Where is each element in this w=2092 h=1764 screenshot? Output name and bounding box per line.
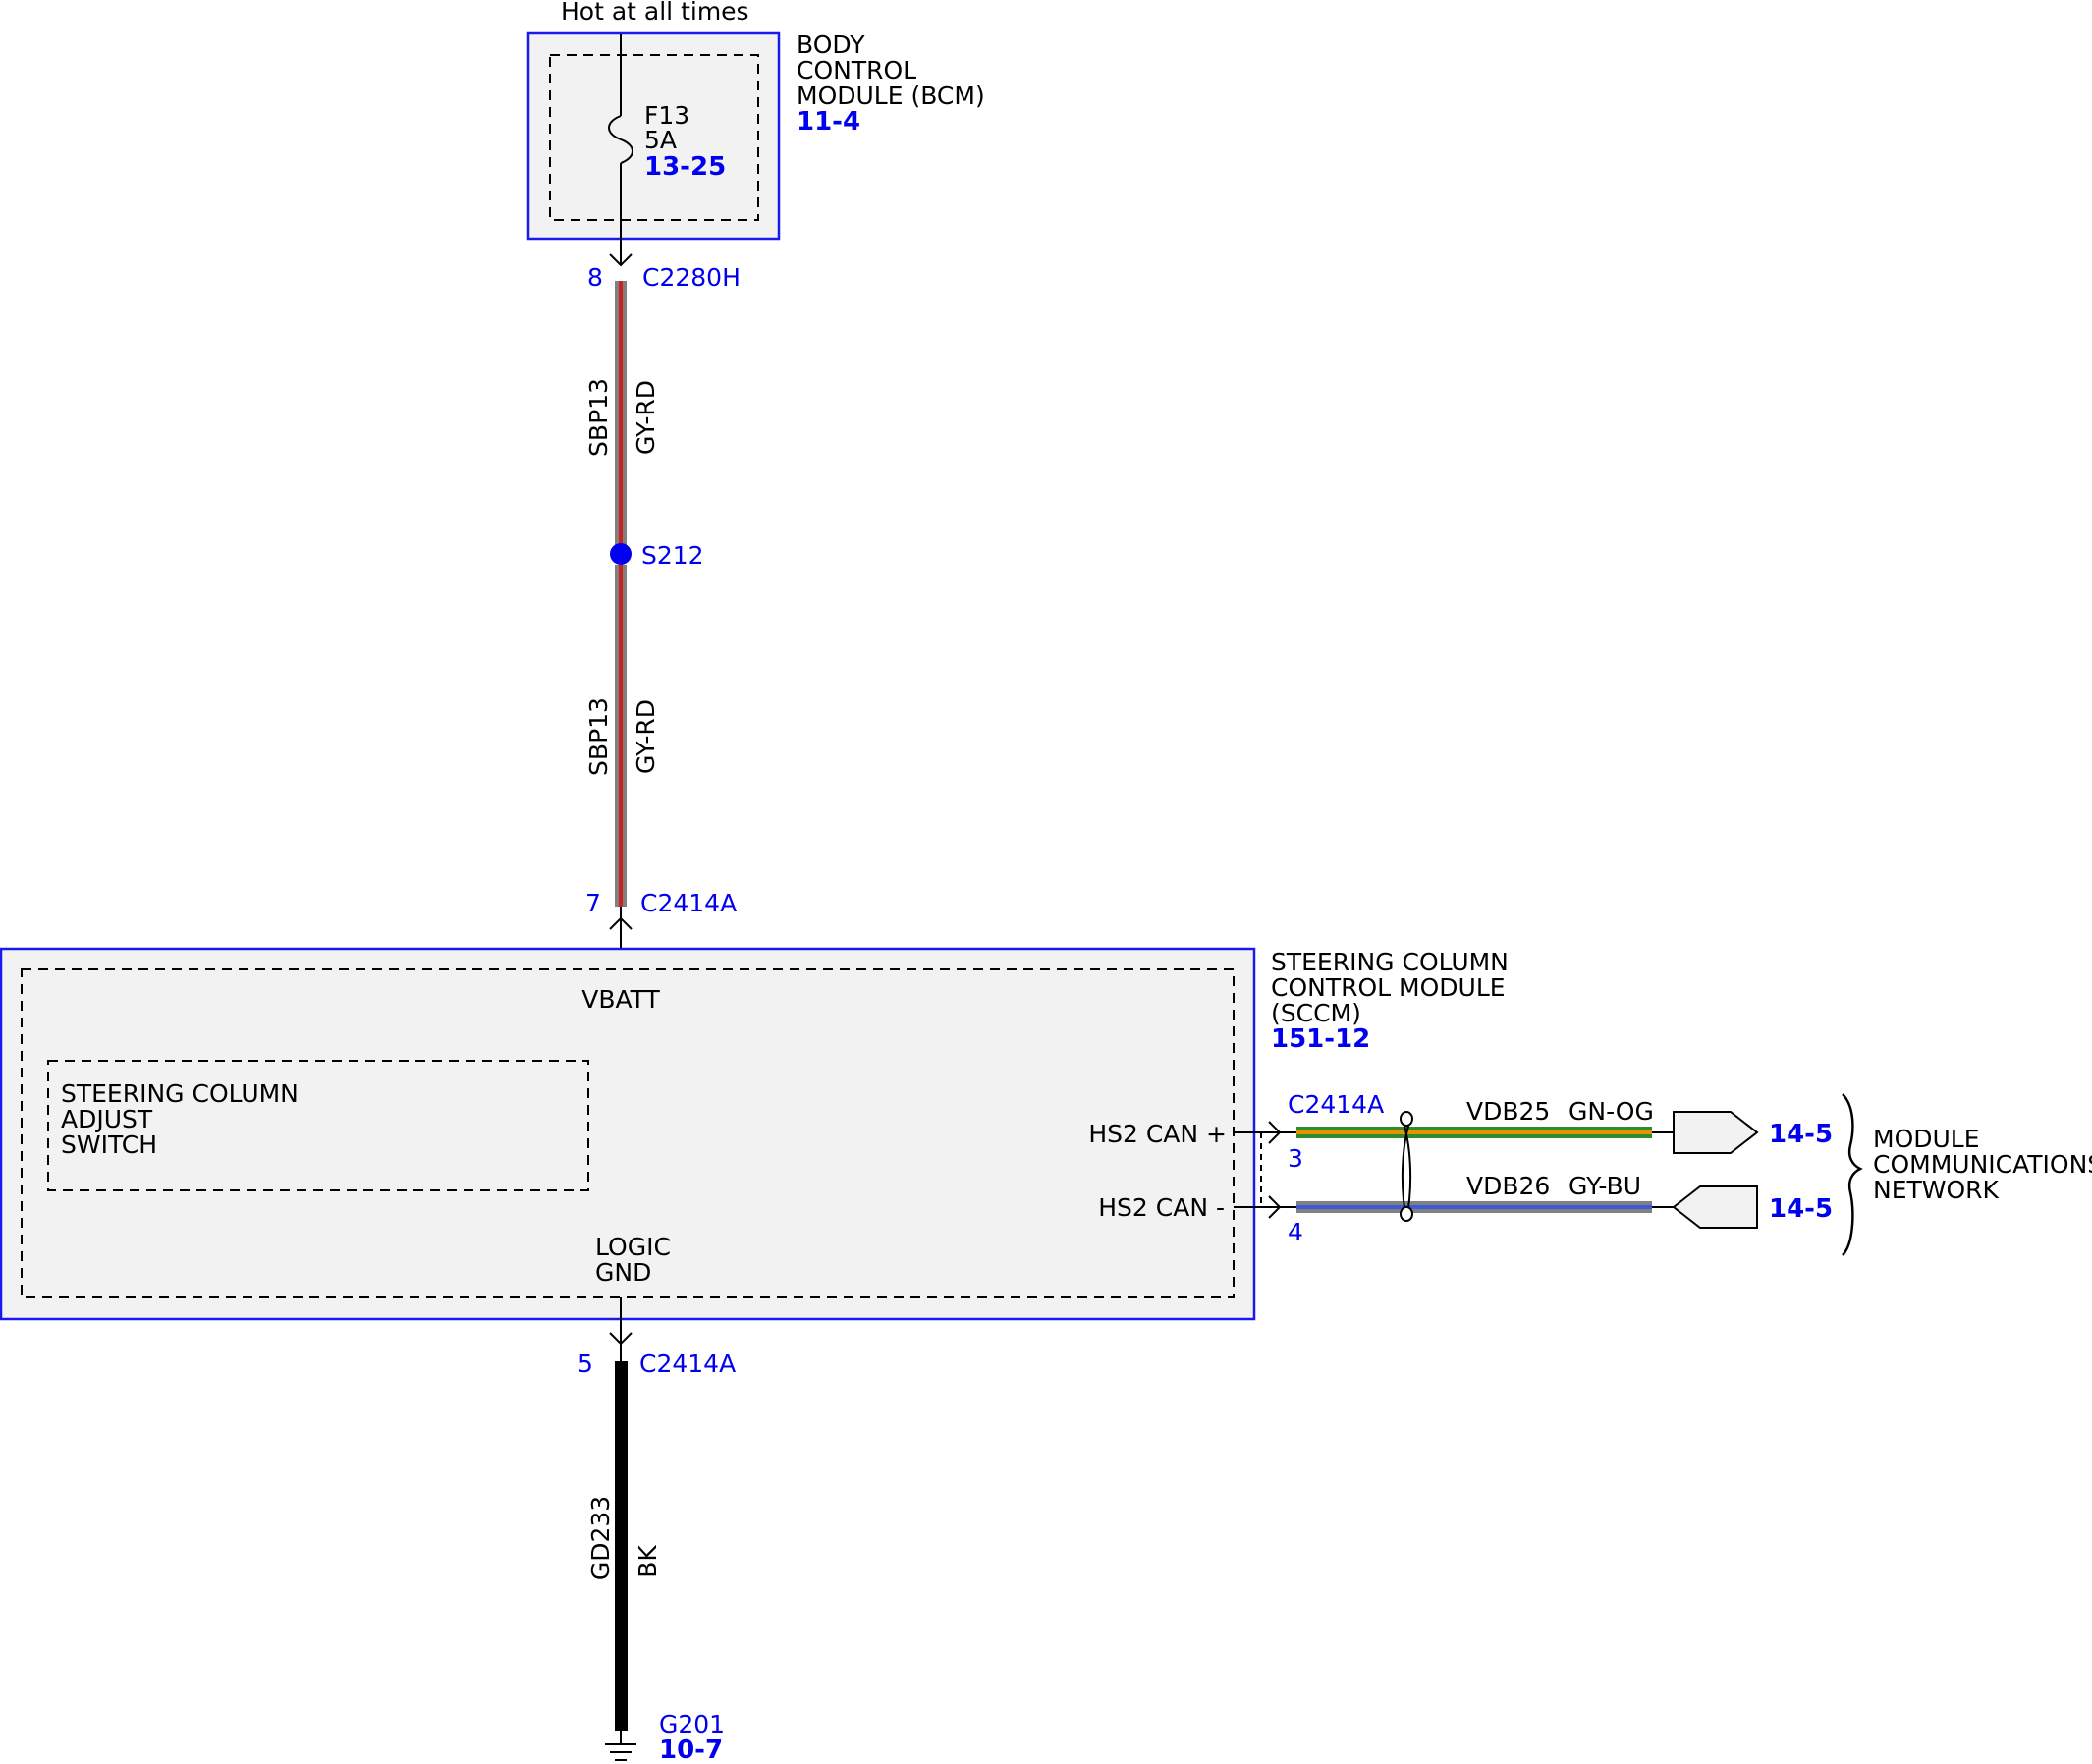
network-label-line3: NETWORK	[1873, 1176, 2000, 1204]
wire-ground-color: BK	[633, 1545, 662, 1578]
hs2-can-minus-label: HS2 CAN -	[1098, 1193, 1225, 1222]
connector-pin-sccm-in: 7	[585, 889, 601, 917]
switch-label-line3: SWITCH	[61, 1130, 157, 1159]
network-label-line1: MODULE	[1873, 1125, 1980, 1153]
bcm-label-line1: BODY	[797, 30, 865, 59]
hs2-can-plus-label: HS2 CAN +	[1088, 1120, 1227, 1148]
ground-ref-link[interactable]: 10-7	[659, 1736, 723, 1764]
offpage-arrow-in-icon[interactable]	[1672, 1185, 1758, 1229]
wiring-diagram: Hot at all times F13 5A 13-25 BODY CONTR…	[0, 0, 2092, 1764]
wire-lower-color: GY-RD	[632, 699, 660, 774]
sccm-label-line1: STEERING COLUMN	[1271, 948, 1509, 976]
network-ref-top-link[interactable]: 14-5	[1769, 1120, 1833, 1149]
connector-pin-top: 8	[587, 263, 603, 292]
wire-lower-circuit: SBP13	[584, 697, 613, 776]
wire-upper-circuit: SBP13	[584, 378, 613, 457]
network-ref-bottom-link[interactable]: 14-5	[1769, 1194, 1833, 1224]
sccm-label-line2: CONTROL MODULE	[1271, 973, 1506, 1002]
can-high-circuit: VDB25	[1466, 1097, 1550, 1126]
wire-ground-bk[interactable]	[615, 1361, 628, 1731]
sccm-ref-link[interactable]: 151-12	[1271, 1024, 1370, 1054]
connector-name-gnd[interactable]: C2414A	[639, 1350, 736, 1378]
connector-pin-can-plus: 3	[1288, 1144, 1303, 1173]
brace-icon	[1842, 1093, 1863, 1256]
wire-upper-gy-rd[interactable]	[615, 281, 627, 554]
wire-upper-color: GY-RD	[632, 380, 660, 455]
connector-name-top[interactable]: C2280H	[642, 263, 741, 292]
bcm-label-line2: CONTROL	[797, 56, 916, 84]
can-low-circuit: VDB26	[1466, 1172, 1550, 1200]
switch-label-line1: STEERING COLUMN	[61, 1079, 299, 1108]
fuse-ref-link[interactable]: 13-25	[644, 152, 726, 182]
connector-name-can[interactable]: C2414A	[1288, 1090, 1384, 1119]
logic-gnd-label-line2: GND	[595, 1258, 651, 1287]
connector-pin-can-minus: 4	[1288, 1218, 1303, 1246]
can-low-color: GY-BU	[1569, 1172, 1641, 1200]
connector-name-sccm-in[interactable]: C2414A	[640, 889, 737, 917]
splice-name[interactable]: S212	[641, 541, 704, 570]
network-label-line2: COMMUNICATIONS	[1873, 1150, 2092, 1179]
wire-can-low-gy-bu[interactable]	[1296, 1201, 1652, 1213]
vbatt-label: VBATT	[581, 985, 660, 1014]
connector-pin-gnd: 5	[578, 1350, 593, 1378]
offpage-arrow-out-icon[interactable]	[1673, 1111, 1759, 1154]
logic-gnd-label-line1: LOGIC	[595, 1233, 671, 1261]
switch-label-line2: ADJUST	[61, 1105, 153, 1133]
sccm-label-line3: (SCCM)	[1271, 999, 1361, 1027]
can-high-color: GN-OG	[1569, 1097, 1654, 1126]
bcm-ref-link[interactable]: 11-4	[797, 107, 860, 137]
fuse-rating: 5A	[644, 126, 677, 154]
wire-ground-circuit: GD233	[586, 1496, 615, 1580]
splice-icon[interactable]	[610, 543, 632, 565]
power-source-label: Hot at all times	[561, 0, 749, 26]
ground-symbol-icon	[605, 1731, 636, 1761]
ground-name[interactable]: G201	[659, 1710, 725, 1738]
wire-lower-gy-rd[interactable]	[615, 565, 627, 907]
bcm-label-line3: MODULE (BCM)	[797, 82, 985, 110]
wire-can-high-gn-og[interactable]	[1296, 1127, 1652, 1138]
